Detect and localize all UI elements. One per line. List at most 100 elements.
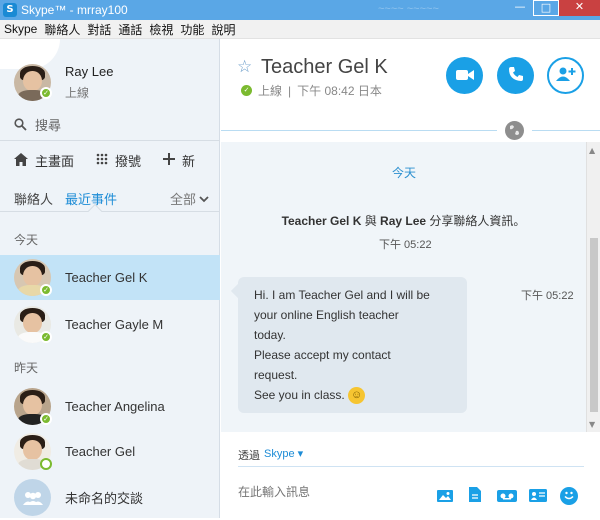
message-line: Hi. I am Teacher Gel and I will be (254, 288, 430, 302)
close-button[interactable]: ✕ (559, 0, 600, 16)
chevron-down-icon (199, 191, 209, 206)
dialpad-icon (96, 153, 108, 169)
message-bubble[interactable]: Hi. I am Teacher Gel and I will be your … (238, 277, 467, 413)
message-line: today. (254, 328, 286, 342)
menu-conversation[interactable]: 對話 (87, 21, 111, 38)
nav-row: 主畫面 撥號 新 (14, 151, 217, 170)
tab-recent[interactable]: 最近事件 (65, 189, 117, 208)
local-time: 下午 08:42 日本 (297, 84, 382, 98)
video-message-icon (497, 487, 517, 506)
send-file-icon (469, 486, 481, 506)
scroll-up-arrow[interactable]: ▲ (589, 146, 595, 155)
section-today: 今天 (14, 233, 39, 247)
system-message: Teacher Gel K 與 Ray Lee 分享聯絡人資訊。 (221, 212, 586, 229)
send-file-button[interactable] (467, 486, 483, 506)
message-time: 下午 05:22 (521, 290, 574, 302)
send-image-icon (437, 487, 453, 506)
section-yesterday: 昨天 (14, 361, 39, 375)
contact-name: 未命名的交談 (65, 491, 144, 506)
online-status-icon: ✓ (40, 331, 52, 343)
online-status-icon: ✓ (241, 85, 252, 96)
profile-status[interactable]: 上線 (65, 84, 89, 101)
menu-help[interactable]: 說明 (211, 21, 235, 38)
phone-call-icon (508, 66, 524, 86)
divider (0, 140, 220, 141)
smiley-emoticon-icon: ☺ (348, 387, 366, 405)
video-call-button[interactable] (446, 57, 483, 94)
send-contacts-button[interactable] (529, 488, 547, 504)
contact-name: Teacher Gel K (65, 270, 148, 285)
blurred-text: ~~~~ ~~~~~ (378, 3, 439, 15)
emoticon-icon (562, 487, 576, 506)
contact-item[interactable]: 未命名的交談 (0, 475, 220, 520)
group-icon (14, 479, 51, 516)
contact-item[interactable]: ✓ Teacher Gel K (0, 255, 220, 300)
send-via: 透過 Skype ▾ (238, 447, 303, 463)
add-contact-button[interactable] (547, 57, 584, 94)
contact-item[interactable]: ✓ Teacher Angelina (0, 384, 220, 429)
star-icon[interactable]: ☆ (237, 57, 252, 77)
title-bar: S Skype™ - mrray100 ~~~~ ~~~~~ — □ ✕ (0, 0, 600, 20)
add-contact-icon (555, 66, 576, 86)
contacts-card-icon (529, 487, 547, 506)
message-line: Please accept my contact (254, 348, 391, 362)
chat-pane: ☆ Teacher Gel K ✓ 上線 | 下午 08:42 日本 今天 Te… (221, 39, 600, 518)
status-separator: | (288, 83, 292, 98)
skype-logo-icon: S (3, 3, 17, 17)
new-button[interactable]: 新 (163, 151, 195, 170)
menu-bar: Skype 聯絡人 對話 通話 檢視 功能 說明 (0, 20, 600, 39)
contact-item[interactable]: Teacher Gel (0, 429, 220, 474)
message-line: See you in class. (254, 388, 345, 402)
contact-name: Teacher Gel (65, 444, 136, 459)
dialpad-button[interactable]: 撥號 (96, 151, 141, 170)
filter-all-label: 全部 (169, 192, 196, 207)
menu-call[interactable]: 通話 (118, 21, 142, 38)
message-line: request. (254, 368, 298, 382)
input-divider (238, 466, 584, 467)
home-label: 主畫面 (35, 154, 75, 169)
minimize-button[interactable]: — (507, 0, 533, 16)
globe-icon[interactable] (505, 121, 524, 140)
message-input[interactable] (238, 485, 428, 499)
home-button[interactable]: 主畫面 (14, 151, 74, 170)
via-label: 透過 (238, 450, 260, 462)
chat-scrollbar[interactable]: ▲ ▼ (586, 142, 600, 432)
divider (0, 211, 220, 212)
window-title: Skype™ - mrray100 (21, 3, 128, 17)
search-box[interactable]: 搜尋 (14, 115, 61, 134)
home-icon (14, 152, 28, 169)
header-divider (532, 130, 600, 131)
video-message-button[interactable] (497, 488, 517, 504)
search-placeholder: 搜尋 (35, 118, 62, 133)
search-icon (14, 118, 27, 131)
menu-contacts[interactable]: 聯絡人 (44, 21, 80, 38)
menu-tools[interactable]: 功能 (180, 21, 204, 38)
chat-title: Teacher Gel K (261, 56, 388, 78)
online-status-icon: ✓ (40, 284, 52, 296)
via-dropdown[interactable]: Skype ▾ (264, 447, 303, 463)
dialpad-label: 撥號 (115, 154, 142, 169)
tab-contacts[interactable]: 聯絡人 (14, 189, 53, 208)
video-call-icon (455, 66, 474, 85)
contact-item[interactable]: ✓ Teacher Gayle M (0, 302, 220, 347)
menu-skype[interactable]: Skype (4, 22, 37, 36)
chat-status-label: 上線 (258, 84, 283, 98)
menu-view[interactable]: 檢視 (149, 21, 173, 38)
away-status-icon (40, 458, 52, 470)
day-label: 今天 (392, 166, 417, 180)
chat-status: ✓ 上線 | 下午 08:42 日本 (241, 82, 382, 99)
send-image-button[interactable] (437, 488, 453, 504)
message-history: 今天 Teacher Gel K 與 Ray Lee 分享聯絡人資訊。 下午 0… (221, 142, 586, 432)
online-status-icon: ✓ (40, 87, 52, 99)
new-label: 新 (182, 154, 196, 169)
header-divider (221, 130, 497, 131)
system-user1: Teacher Gel K (281, 214, 362, 228)
sidebar: ✓ Ray Lee 上線 搜尋 主畫面 撥號 新 聯絡人 最近事件 全部 今天 … (0, 39, 220, 518)
emoticon-button[interactable] (560, 487, 578, 505)
maximize-button[interactable]: □ (533, 0, 559, 16)
scroll-thumb[interactable] (590, 238, 598, 412)
filter-all-dropdown[interactable]: 全部 (170, 189, 209, 208)
phone-call-button[interactable] (497, 57, 534, 94)
scroll-down-arrow[interactable]: ▼ (589, 420, 595, 429)
profile-name[interactable]: Ray Lee (65, 64, 113, 79)
